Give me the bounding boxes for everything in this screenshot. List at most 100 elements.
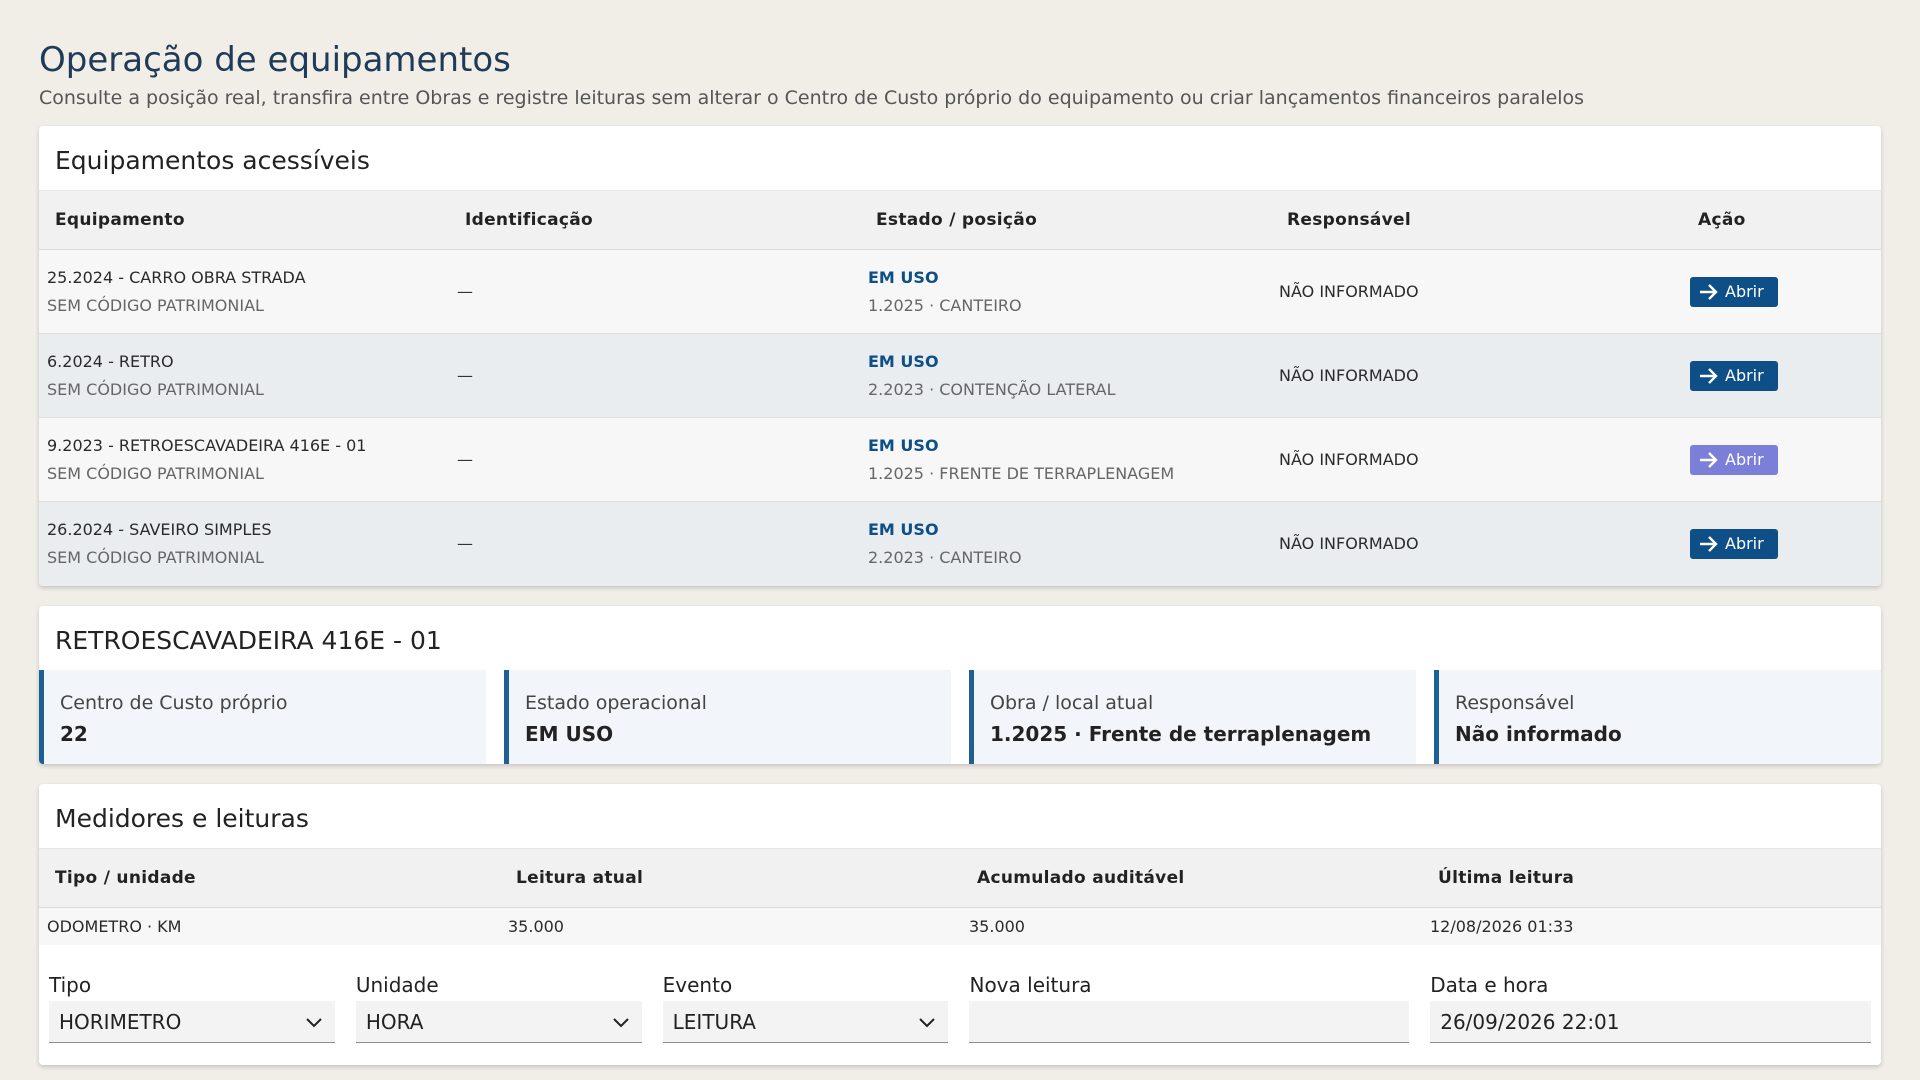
equipment-cell: 6.2024 - RETRO SEM CÓDIGO PATRIMONIAL xyxy=(39,334,449,418)
open-button-label: Abrir xyxy=(1725,450,1764,469)
responsible-cell: NÃO INFORMADO xyxy=(1271,334,1682,418)
chevron-down-icon xyxy=(306,1017,322,1027)
type-unit-cell: ODOMETRO · KM xyxy=(47,916,182,936)
table-row: 6.2024 - RETRO SEM CÓDIGO PATRIMONIAL — … xyxy=(39,333,1881,418)
chevron-down-icon xyxy=(919,1017,936,1027)
state-value: EM USO xyxy=(868,435,939,455)
responsible-value: NÃO INFORMADO xyxy=(1279,282,1419,301)
position-value: 1.2025 · CANTEIRO xyxy=(868,295,1022,315)
unit-select[interactable]: HORA xyxy=(355,1001,642,1043)
kpi-label: Centro de Custo próprio xyxy=(60,691,288,714)
equipment-code: SEM CÓDIGO PATRIMONIAL xyxy=(47,295,264,315)
state-cell: EM USO 2.2023 · CONTENÇÃO LATERAL xyxy=(860,334,1271,418)
kpi-label: Estado operacional xyxy=(525,691,707,714)
readings-card-title: Medidores e leituras xyxy=(55,803,309,833)
state-cell: EM USO 2.2023 · CANTEIRO xyxy=(860,502,1271,586)
readings-card: Medidores e leituras Tipo / unidade Leit… xyxy=(39,783,1881,1065)
new-reading-input[interactable] xyxy=(969,1001,1410,1043)
state-cell: EM USO 1.2025 · FRENTE DE TERRAPLENAGEM xyxy=(860,418,1271,502)
table-row: ODOMETRO · KM 35.000 35.000 12/08/2026 0… xyxy=(39,907,1881,945)
position-value: 1.2025 · FRENTE DE TERRAPLENAGEM xyxy=(868,463,1175,483)
position-value: 2.2023 · CANTEIRO xyxy=(868,547,1022,567)
responsible-value: NÃO INFORMADO xyxy=(1279,534,1419,554)
current-reading-cell: 35.000 xyxy=(508,916,564,936)
identification-cell: — xyxy=(449,418,860,502)
open-button[interactable]: Abrir xyxy=(1690,444,1778,475)
action-cell: Abrir xyxy=(1682,418,1881,502)
responsible-value: NÃO INFORMADO xyxy=(1279,450,1419,469)
open-button[interactable]: Abrir xyxy=(1690,360,1778,391)
readings-table-header: Tipo / unidade Leitura atual Acumulado a… xyxy=(39,847,1881,908)
kpi-label: Responsável xyxy=(1455,691,1575,714)
datetime-label: Data e hora xyxy=(1430,973,1549,997)
accumulated-cell: 35.000 xyxy=(969,916,1025,936)
col-state-position: Estado / posição xyxy=(860,190,1271,250)
arrow-right-icon xyxy=(1700,367,1718,384)
reading-form: Tipo HORIMETRO Unidade HORA Evento LEITU… xyxy=(39,945,1881,1065)
equipment-card: Equipamentos acessíveis Equipamento Iden… xyxy=(39,126,1881,586)
equipment-table: Equipamento Identificação Estado / posiç… xyxy=(39,190,1881,586)
table-row: 26.2024 - SAVEIRO SIMPLES SEM CÓDIGO PAT… xyxy=(39,501,1881,586)
readings-table: Tipo / unidade Leitura atual Acumulado a… xyxy=(39,847,1881,945)
arrow-right-icon xyxy=(1700,535,1718,552)
equipment-cell: 26.2024 - SAVEIRO SIMPLES SEM CÓDIGO PAT… xyxy=(39,502,449,586)
equipment-code: SEM CÓDIGO PATRIMONIAL xyxy=(47,547,264,567)
col-type-unit: Tipo / unidade xyxy=(39,847,500,908)
equipment-table-header: Equipamento Identificação Estado / posiç… xyxy=(39,190,1881,250)
kpi-value: 22 xyxy=(60,721,88,746)
open-button[interactable]: Abrir xyxy=(1690,528,1778,559)
identification-cell: — xyxy=(449,250,860,334)
col-equipment: Equipamento xyxy=(39,190,449,250)
responsible-value: NÃO INFORMADO xyxy=(1279,366,1419,385)
kpi-cost-center: Centro de Custo próprio 22 xyxy=(39,669,486,764)
col-current-reading: Leitura atual xyxy=(500,847,961,908)
identification-cell: — xyxy=(449,502,860,586)
open-button-label: Abrir xyxy=(1725,534,1764,554)
equipment-code: SEM CÓDIGO PATRIMONIAL xyxy=(47,379,264,399)
equipment-cell: 25.2024 - CARRO OBRA STRADA SEM CÓDIGO P… xyxy=(39,250,449,334)
equipment-card-title: Equipamentos acessíveis xyxy=(55,146,370,175)
state-cell: EM USO 1.2025 · CANTEIRO xyxy=(860,250,1271,334)
table-row: 25.2024 - CARRO OBRA STRADA SEM CÓDIGO P… xyxy=(39,249,1881,334)
type-select[interactable]: HORIMETRO xyxy=(49,1001,335,1043)
unit-select-value: HORA xyxy=(365,1009,424,1034)
identification-value: — xyxy=(457,282,473,301)
datetime-input[interactable]: 26/09/2026 22:01 xyxy=(1430,1001,1871,1043)
state-value: EM USO xyxy=(868,351,939,371)
event-label: Evento xyxy=(662,973,733,997)
type-field: Tipo HORIMETRO xyxy=(49,971,335,1065)
unit-label: Unidade xyxy=(355,973,439,997)
action-cell: Abrir xyxy=(1682,250,1881,334)
equipment-name: 9.2023 - RETROESCAVADEIRA 416E - 01 xyxy=(47,435,367,455)
arrow-right-icon xyxy=(1700,451,1718,468)
state-value: EM USO xyxy=(868,519,939,539)
action-cell: Abrir xyxy=(1682,502,1881,586)
last-reading-cell: 12/08/2026 01:33 xyxy=(1430,916,1574,936)
new-reading-field: Nova leitura xyxy=(969,971,1410,1065)
open-button-label: Abrir xyxy=(1725,366,1764,385)
kpi-label: Obra / local atual xyxy=(990,691,1154,714)
open-button[interactable]: Abrir xyxy=(1690,276,1778,307)
responsible-cell: NÃO INFORMADO xyxy=(1271,418,1682,502)
new-reading-label: Nova leitura xyxy=(969,973,1092,997)
responsible-cell: NÃO INFORMADO xyxy=(1271,502,1682,586)
page: Operação de equipamentos Consulte a posi… xyxy=(0,0,1920,1065)
action-cell: Abrir xyxy=(1682,334,1881,418)
chevron-down-icon xyxy=(612,1017,629,1027)
kpi-value: 1.2025 · Frente de terraplenagem xyxy=(990,721,1372,746)
equipment-name: 25.2024 - CARRO OBRA STRADA xyxy=(47,267,306,287)
event-select[interactable]: LEITURA xyxy=(662,1001,949,1043)
type-select-value: HORIMETRO xyxy=(59,1009,182,1034)
event-field: Evento LEITURA xyxy=(662,971,949,1065)
unit-field: Unidade HORA xyxy=(355,971,642,1065)
equipment-code: SEM CÓDIGO PATRIMONIAL xyxy=(47,463,264,483)
col-last-reading: Última leitura xyxy=(1422,847,1881,908)
kpi-responsible: Responsável Não informado xyxy=(1434,669,1881,764)
identification-cell: — xyxy=(449,334,860,418)
equipment-name: 26.2024 - SAVEIRO SIMPLES xyxy=(47,519,272,539)
responsible-cell: NÃO INFORMADO xyxy=(1271,250,1682,334)
table-row: 9.2023 - RETROESCAVADEIRA 416E - 01 SEM … xyxy=(39,417,1881,502)
identification-value: — xyxy=(457,534,473,554)
state-value: EM USO xyxy=(868,267,939,287)
col-responsible: Responsável xyxy=(1271,190,1682,250)
